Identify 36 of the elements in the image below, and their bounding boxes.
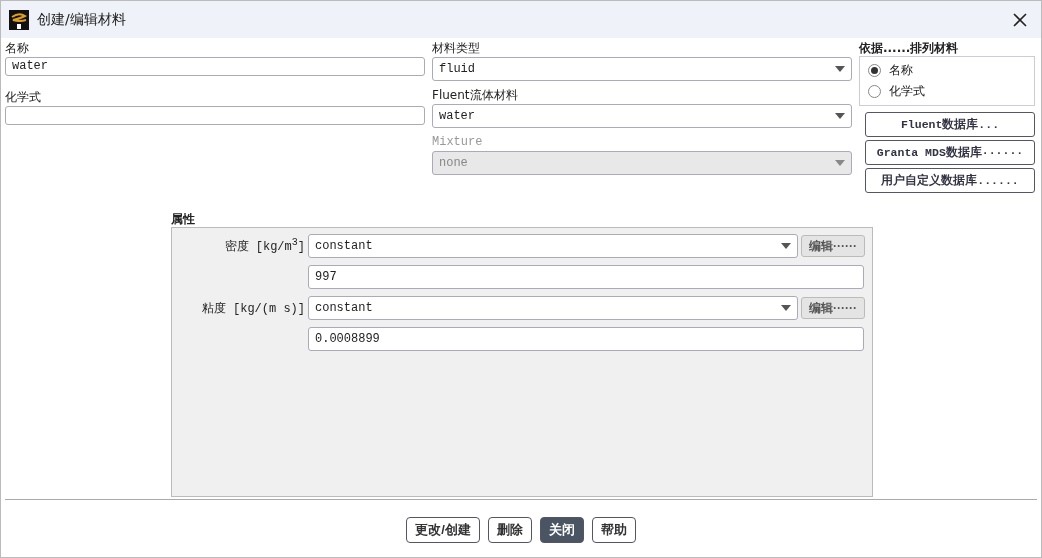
window-title: 创建/编辑材料 <box>37 10 127 29</box>
close-icon[interactable] <box>1013 12 1027 27</box>
dialog-button[interactable]: 关闭 <box>539 516 584 543</box>
database-button[interactable]: Fluent数据库... <box>865 112 1035 137</box>
dialog-button[interactable]: 删除 <box>487 516 532 543</box>
app-logo-icon <box>9 9 29 30</box>
database-button[interactable]: 用户自定义数据库...... <box>865 168 1035 193</box>
caret-icon <box>835 113 845 119</box>
name-field[interactable]: water <box>5 57 425 76</box>
field-label: Mixture <box>432 134 484 151</box>
field-label: 名称 <box>5 40 30 57</box>
group-label: 依据......排列材料 <box>859 40 960 56</box>
dialog-button[interactable]: 更改/创建 <box>406 516 480 543</box>
property-label: 粘度 [kg/(m s)] <box>200 300 305 317</box>
method-dropdown[interactable]: constant <box>308 296 798 320</box>
caret-icon <box>781 305 791 311</box>
formula-field[interactable] <box>5 106 425 125</box>
field-label: Fluent流体材料 <box>432 87 519 104</box>
field-label: 材料类型 <box>432 40 481 57</box>
method-dropdown[interactable]: constant <box>308 234 798 258</box>
caret-icon <box>835 66 845 72</box>
value-field[interactable]: 997 <box>308 265 864 289</box>
edit-button[interactable]: 编辑······ <box>801 297 865 319</box>
radio-option[interactable]: 名称 <box>868 62 1034 79</box>
edit-button[interactable]: 编辑······ <box>801 235 865 257</box>
property-label: 密度 [kg/m$^{3}$] <box>223 237 305 255</box>
caret-icon <box>835 160 845 166</box>
value-field[interactable]: 0.0008899 <box>308 327 864 351</box>
database-button[interactable]: Granta MDS数据库······ <box>865 140 1035 165</box>
radio-option[interactable]: 化学式 <box>868 83 1034 100</box>
dialog-button[interactable]: 帮助 <box>591 516 636 543</box>
group-label: 属性 <box>171 211 196 227</box>
field-label: 化学式 <box>5 89 42 106</box>
dropdown[interactable]: water <box>432 104 852 128</box>
caret-icon <box>781 243 791 249</box>
dropdown[interactable]: fluid <box>432 57 852 81</box>
